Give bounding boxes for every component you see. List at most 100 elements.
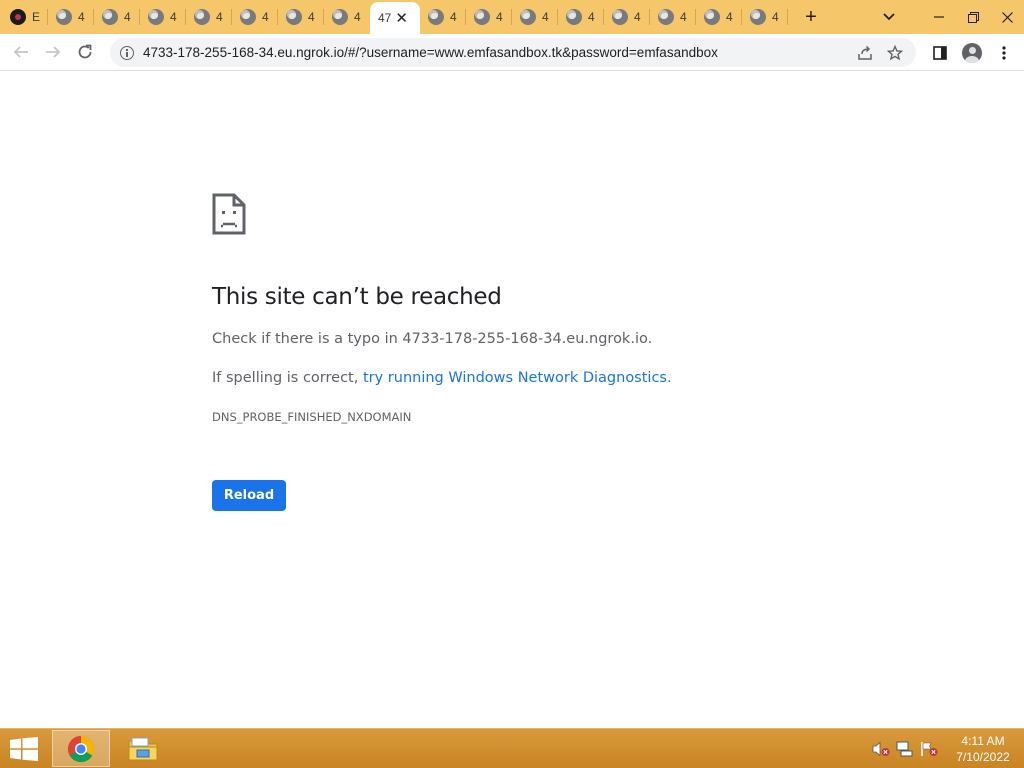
tab[interactable]: 4	[140, 0, 186, 34]
action-center-tray-button[interactable]	[918, 738, 940, 760]
taskbar-clock[interactable]: 4:11 AM 7/10/2022	[948, 733, 1018, 765]
globe-icon	[194, 9, 210, 25]
share-icon	[858, 45, 872, 60]
tab-title: 4	[496, 10, 503, 24]
volume-muted-icon	[872, 741, 890, 757]
restore-icon	[967, 11, 979, 23]
tab-strip: E 4 4 4 4 4 4 4 47 ✕ 4 4 4 4 4 4 4 4 +	[0, 0, 1024, 34]
tab[interactable]: 4	[558, 0, 604, 34]
tab-list: E 4 4 4 4 4 4 4 47 ✕ 4 4 4 4 4 4 4 4	[0, 0, 788, 34]
minimize-icon	[934, 16, 944, 18]
new-tab-button[interactable]: +	[796, 0, 826, 34]
windows-taskbar: 4:11 AM 7/10/2022	[0, 728, 1024, 768]
close-icon	[1001, 11, 1013, 23]
avatar	[962, 42, 982, 63]
globe-icon	[566, 9, 582, 25]
error-code: DNS_PROBE_FINISHED_NXDOMAIN	[212, 410, 412, 424]
chrome-icon	[67, 735, 95, 762]
plus-icon: +	[805, 5, 817, 28]
error-typo-hint: Check if there is a typo in 4733-178-255…	[212, 331, 653, 347]
browser-toolbar: 4733-178-255-168-34.eu.ngrok.io/#/?usern…	[0, 34, 1024, 71]
tab-title: 4	[308, 10, 315, 24]
tab-title: 4	[450, 10, 457, 24]
tab[interactable]: 4	[278, 0, 324, 34]
taskbar-chrome[interactable]	[52, 730, 110, 767]
network-tray-button[interactable]	[894, 738, 916, 760]
app-favicon-dark-icon	[10, 9, 26, 25]
globe-icon	[240, 9, 256, 25]
tab-title: 4	[354, 10, 361, 24]
diagnostics-prefix: If spelling is correct,	[212, 370, 363, 386]
globe-icon	[56, 9, 72, 25]
share-button[interactable]	[850, 38, 880, 67]
restore-button[interactable]	[956, 0, 990, 34]
tab[interactable]: 4	[186, 0, 232, 34]
error-title: This site can’t be reached	[212, 284, 502, 310]
tab[interactable]: 4	[650, 0, 696, 34]
address-bar[interactable]: 4733-178-255-168-34.eu.ngrok.io/#/?usern…	[110, 38, 916, 67]
tab[interactable]: 4	[742, 0, 788, 34]
tab[interactable]: 4	[604, 0, 650, 34]
more-vert-icon	[1002, 45, 1006, 60]
tab[interactable]: E	[0, 0, 48, 34]
network-diagnostics-link[interactable]: try running Windows Network Diagnostics	[363, 370, 667, 386]
tab[interactable]: 4	[466, 0, 512, 34]
tab-search-button[interactable]	[872, 0, 906, 34]
reload-toolbar-button[interactable]	[70, 37, 100, 67]
tab-title: 4	[542, 10, 549, 24]
arrow-left-icon	[13, 46, 28, 58]
globe-icon	[332, 9, 348, 25]
tab-title: E	[32, 10, 41, 24]
tab-active[interactable]: 47 ✕	[370, 2, 420, 34]
globe-icon	[750, 9, 766, 25]
tab-title: 4	[216, 10, 223, 24]
volume-tray-button[interactable]	[870, 738, 892, 760]
sad-page-icon	[212, 193, 246, 235]
tab-title: 4	[634, 10, 641, 24]
window-controls	[872, 0, 1024, 34]
tab[interactable]: 4	[48, 0, 94, 34]
profile-button[interactable]	[956, 38, 988, 67]
bookmark-button[interactable]	[880, 38, 910, 67]
chevron-down-icon	[883, 13, 895, 21]
tab[interactable]: 4	[324, 0, 370, 34]
refresh-icon	[78, 44, 92, 59]
tab[interactable]: 4	[232, 0, 278, 34]
diagnostics-suffix: .	[666, 370, 672, 386]
tab-title: 4	[588, 10, 595, 24]
tab[interactable]: 4	[512, 0, 558, 34]
network-icon	[896, 741, 913, 757]
tab-title: 4	[680, 10, 687, 24]
back-button[interactable]	[6, 37, 36, 67]
taskbar-file-explorer[interactable]	[114, 730, 172, 767]
clock-time: 4:11 AM	[961, 734, 1005, 748]
star-icon	[887, 44, 903, 60]
close-window-button[interactable]	[990, 0, 1024, 34]
system-tray: 4:11 AM 7/10/2022	[868, 729, 1024, 768]
windows-start-icon[interactable]	[10, 737, 38, 761]
tab-title: 4	[726, 10, 733, 24]
tab[interactable]: 4	[420, 0, 466, 34]
reload-button[interactable]: Reload	[212, 480, 286, 511]
forward-button[interactable]	[38, 37, 68, 67]
tab-title: 4	[78, 10, 85, 24]
menu-button[interactable]	[988, 38, 1020, 67]
globe-icon	[102, 9, 118, 25]
globe-icon	[520, 9, 536, 25]
side-panel-icon	[933, 45, 947, 60]
url-text[interactable]: 4733-178-255-168-34.eu.ngrok.io/#/?usern…	[143, 45, 718, 60]
minimize-button[interactable]	[922, 0, 956, 34]
globe-icon	[148, 9, 164, 25]
globe-icon	[658, 9, 674, 25]
tab-title: 47	[378, 11, 392, 25]
toolbar-right	[924, 38, 1020, 67]
tab[interactable]: 4	[94, 0, 140, 34]
tab[interactable]: 4	[696, 0, 742, 34]
tab-title: 4	[170, 10, 177, 24]
tab-close-icon[interactable]: ✕	[395, 9, 408, 27]
tab-title: 4	[124, 10, 131, 24]
side-panel-button[interactable]	[924, 38, 956, 67]
globe-icon	[704, 9, 720, 25]
site-info-icon[interactable]	[120, 45, 134, 60]
globe-icon	[286, 9, 302, 25]
